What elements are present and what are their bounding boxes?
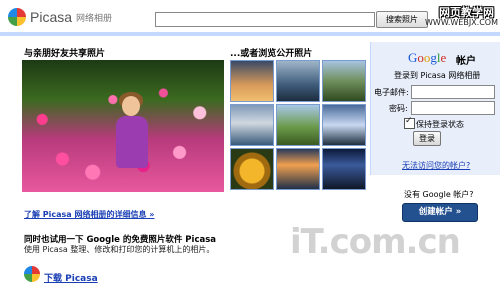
photo-girl-face bbox=[122, 96, 140, 116]
picasa-logo[interactable]: Picasa 网络相册 bbox=[8, 6, 148, 28]
download-picasa-link[interactable]: 下载 Picasa bbox=[44, 271, 98, 284]
search-photos-button[interactable]: 搜索照片 bbox=[376, 11, 428, 28]
site-watermark: iT.com.cn bbox=[290, 222, 461, 262]
public-photo-thumbnail[interactable] bbox=[276, 104, 320, 146]
public-photo-thumbnail[interactable] bbox=[230, 60, 274, 102]
password-label: 密码: bbox=[389, 104, 408, 113]
no-account-text: 没有 Google 帐户? bbox=[404, 190, 474, 199]
remember-me-checkbox[interactable] bbox=[404, 116, 415, 129]
watermark-url: WWW.WEBJX.COM bbox=[425, 18, 498, 27]
public-photo-thumbnail[interactable] bbox=[230, 148, 274, 190]
public-photo-thumbnail[interactable] bbox=[322, 104, 366, 146]
password-field[interactable] bbox=[411, 101, 495, 115]
featured-photo bbox=[22, 60, 224, 192]
search-input[interactable] bbox=[155, 12, 375, 27]
google-logo-letter: G bbox=[408, 50, 418, 65]
email-field[interactable] bbox=[411, 85, 495, 99]
photo-girl-body bbox=[116, 116, 148, 168]
share-heading: 与亲朋好友共享照片 bbox=[24, 49, 106, 59]
google-logo: Google bbox=[408, 50, 446, 66]
create-account-button[interactable]: 创建帐户 » bbox=[402, 203, 478, 222]
login-button[interactable]: 登录 bbox=[413, 131, 441, 146]
email-label: 电子邮件: bbox=[374, 88, 409, 97]
public-photo-thumbnail[interactable] bbox=[276, 60, 320, 102]
picasa-pinwheel-icon bbox=[8, 8, 26, 26]
public-photo-thumbnail[interactable] bbox=[276, 148, 320, 190]
remember-me-label: 保持登录状态 bbox=[416, 120, 464, 129]
brand-subtitle: 网络相册 bbox=[76, 13, 113, 24]
brand-name: Picasa bbox=[30, 9, 73, 25]
public-photo-thumbnail[interactable] bbox=[230, 104, 274, 146]
public-photo-thumbnail[interactable] bbox=[322, 148, 366, 190]
signin-description: 登录到 Picasa 网络相册 bbox=[394, 71, 481, 80]
public-photo-grid bbox=[230, 60, 366, 194]
promo-text: 使用 Picasa 整理、修改和打印您的计算机上的相片。 bbox=[24, 245, 215, 254]
google-logo-letter: e bbox=[440, 50, 447, 65]
account-label: 帐户 bbox=[456, 56, 476, 67]
header-divider bbox=[0, 32, 500, 36]
picasa-download-icon[interactable] bbox=[24, 266, 40, 282]
public-photo-thumbnail[interactable] bbox=[322, 60, 366, 102]
browse-heading: ...或者浏览公开照片 bbox=[230, 49, 313, 59]
cant-access-account-link[interactable]: 无法访问您的帐户? bbox=[402, 160, 470, 171]
learn-more-link[interactable]: 了解 Picasa 网络相册的详细信息 » bbox=[24, 209, 154, 220]
